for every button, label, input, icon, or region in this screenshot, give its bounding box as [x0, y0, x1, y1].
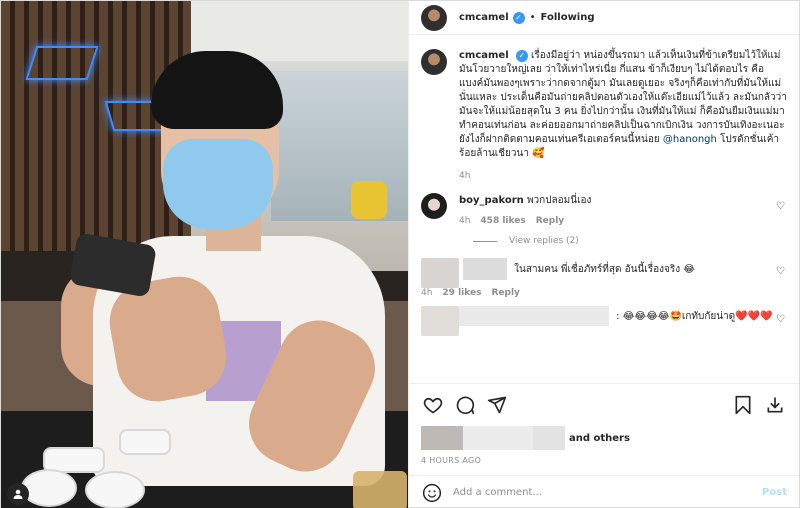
person-tag-icon[interactable]	[7, 483, 29, 505]
commenter-avatar-blurred[interactable]	[420, 258, 459, 288]
liker-avatar-blurred	[420, 426, 463, 450]
commenter-avatar[interactable]	[420, 193, 447, 219]
post-comment-button[interactable]: Post	[762, 487, 787, 498]
post-photo[interactable]	[1, 1, 408, 508]
author-avatar[interactable]	[420, 4, 447, 31]
comment-composer: Post	[408, 475, 799, 508]
action-bar	[421, 390, 787, 420]
caption-body: cmcamel ✓ เรื่องมีอยู่ว่า หน่องขึ้นรถมา …	[459, 49, 787, 183]
comment-meta: 4h 29 likes Reply	[421, 288, 695, 298]
comment-item: ในสามคน พี่เชื่อภัทร์ที่สุด อันนี้เรื่อง…	[420, 258, 787, 298]
photo-sauce-bowl	[21, 469, 77, 507]
view-replies-divider	[472, 240, 497, 242]
share-icon[interactable]	[485, 393, 509, 417]
comment-meta: 4h 458 likes Reply	[459, 216, 591, 226]
comment-likes[interactable]: 458 likes	[480, 216, 525, 226]
photo-storefront-glass	[271, 71, 408, 221]
comment-item: boy_pakorn พวกปลอมนี่เอง 4h 458 likes Re…	[420, 193, 787, 226]
commenter-avatar-blurred[interactable]	[420, 306, 459, 336]
comment-input[interactable]	[452, 487, 763, 498]
comment-body: ในสามคน พี่เชื่อภัทร์ที่สุด อันนี้เรื่อง…	[421, 258, 695, 298]
view-replies-button[interactable]: View replies (2)	[472, 236, 787, 246]
heart-icon[interactable]	[421, 393, 445, 417]
comment-icon[interactable]	[453, 393, 477, 417]
likes-summary[interactable]: and others	[420, 420, 787, 450]
commenter-username-blurred[interactable]	[458, 306, 609, 326]
verified-badge-icon: ✓	[515, 50, 528, 62]
bookmark-icon[interactable]	[731, 393, 755, 417]
comments-list[interactable]: cmcamel ✓ เรื่องมีอยู่ว่า หน่องขึ้นรถมา …	[409, 35, 799, 383]
comment-like-heart-icon[interactable]: ♡	[776, 201, 785, 212]
photo-background-person	[351, 181, 387, 219]
caption-username[interactable]: cmcamel	[459, 50, 509, 61]
verified-badge-icon: ✓	[512, 11, 525, 24]
post-header: cmcamel ✓ • Following	[408, 1, 799, 35]
photo-face-mask	[163, 139, 273, 229]
photo-neon-sign	[25, 46, 99, 80]
reply-button[interactable]: Reply	[491, 288, 519, 298]
photo-drink-glass	[353, 471, 407, 508]
comment-text: : 😂😂😂😂🤩เกทับกัยน่าดู❤️❤️❤️	[616, 311, 773, 322]
comment-body: boy_pakorn พวกปลอมนี่เอง 4h 458 likes Re…	[459, 193, 591, 226]
caption-author-avatar[interactable]	[420, 49, 447, 75]
author-username[interactable]: cmcamel	[459, 12, 509, 23]
caption-text: เรื่องมีอยู่ว่า หน่องขึ้นรถมา แล้วเห็นเง…	[458, 50, 787, 145]
post-timestamp[interactable]: 4 HOURS AGO	[421, 450, 787, 475]
comment-time[interactable]: 4h	[459, 216, 470, 226]
likes-others-label[interactable]: and others	[569, 433, 630, 444]
reply-button[interactable]: Reply	[536, 216, 564, 226]
caption: cmcamel ✓ เรื่องมีอยู่ว่า หน่องขึ้นรถมา …	[420, 49, 787, 183]
liker-name-blurred	[462, 426, 533, 450]
commenter-username[interactable]: boy_pakorn	[459, 195, 524, 206]
emoji-icon[interactable]	[421, 482, 443, 504]
photo-sauce-dish	[119, 429, 171, 455]
post-actions: and others 4 HOURS AGO	[408, 383, 799, 475]
photo-sauce-bowl	[85, 471, 145, 508]
caption-mention-link[interactable]: @hanongh	[663, 134, 717, 145]
instagram-post-window: cmcamel ✓ • Following cmcamel ✓ เรื่องมี…	[0, 0, 800, 508]
comment-body: : 😂😂😂😂🤩เกทับกัยน่าดู❤️❤️❤️	[458, 306, 773, 336]
liker-name-blurred	[532, 426, 565, 450]
view-replies-label: View replies (2)	[508, 236, 579, 246]
commenter-username-blurred[interactable]	[462, 258, 507, 280]
following-button[interactable]: Following	[541, 12, 595, 23]
header-separator: •	[529, 12, 536, 23]
comment-like-heart-icon[interactable]: ♡	[776, 314, 785, 325]
comment-item: : 😂😂😂😂🤩เกทับกัยน่าดู❤️❤️❤️ ♡	[420, 306, 787, 336]
comment-like-heart-icon[interactable]: ♡	[776, 266, 785, 277]
caption-time[interactable]: 4h	[459, 169, 787, 183]
comment-text: พวกปลอมนี่เอง	[526, 195, 592, 206]
comment-time[interactable]: 4h	[421, 288, 432, 298]
comment-text: ในสามคน พี่เชื่อภัทร์ที่สุด อันนี้เรื่อง…	[514, 264, 695, 275]
download-icon[interactable]	[763, 393, 787, 417]
post-details-panel: cmcamel ✓ • Following cmcamel ✓ เรื่องมี…	[407, 1, 799, 508]
comment-likes[interactable]: 29 likes	[442, 288, 481, 298]
